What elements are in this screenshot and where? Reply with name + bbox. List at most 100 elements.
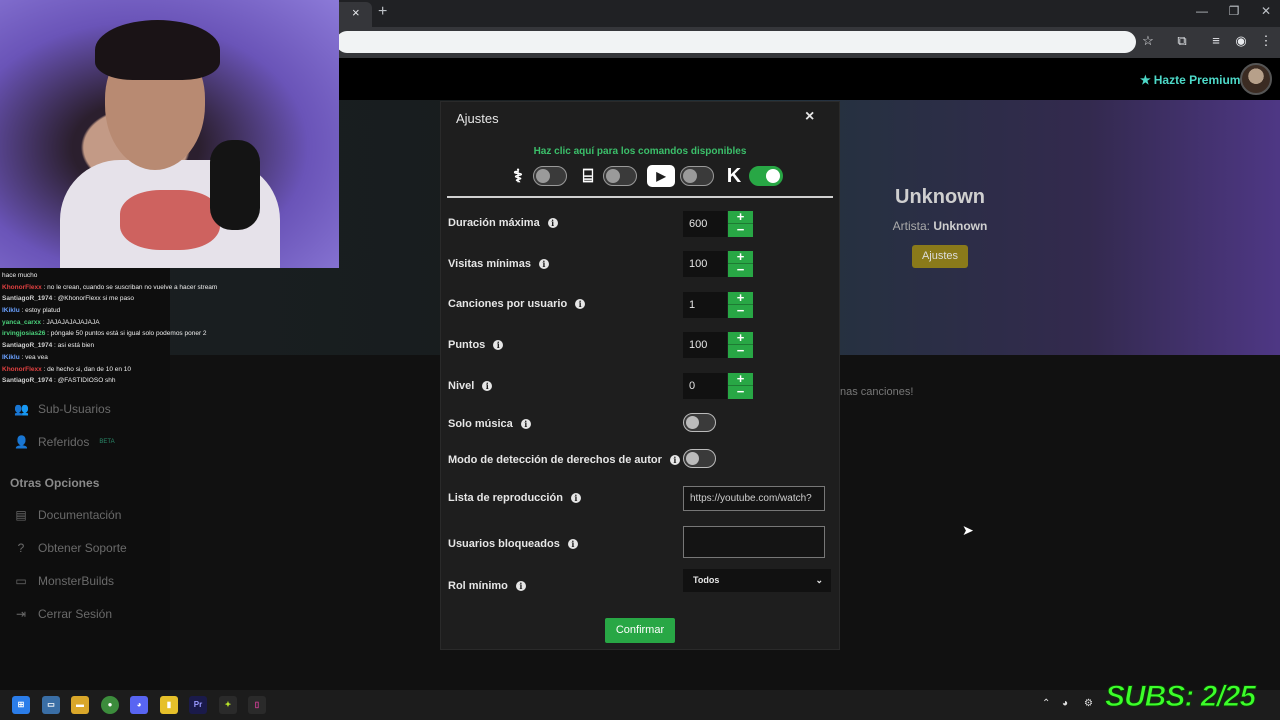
- quantity-stepper[interactable]: + −: [728, 250, 753, 277]
- platform-toggle-1[interactable]: [533, 166, 567, 186]
- minus-icon[interactable]: −: [728, 304, 753, 318]
- blocked-users-input[interactable]: [683, 526, 825, 558]
- chat-text: : asi está bien: [54, 342, 95, 350]
- premiere-icon[interactable]: Pr: [189, 696, 207, 714]
- minimize-button[interactable]: —: [1192, 4, 1212, 18]
- mouse-cursor-icon: ➤: [962, 522, 974, 538]
- twitch-icon: ⌸: [582, 165, 594, 186]
- profile-icon[interactable]: ◉: [1231, 33, 1251, 49]
- platform-toggle-youtube[interactable]: [680, 166, 714, 186]
- playlist-input[interactable]: https://youtube.com/watch?: [683, 486, 825, 511]
- confirm-button[interactable]: Confirmar: [605, 618, 675, 643]
- app-icon[interactable]: ✦: [219, 696, 237, 714]
- sidebar-item-cerrar-sesion[interactable]: ⇥ Cerrar Sesión: [14, 607, 112, 621]
- sidebar-item-documentacion[interactable]: ▤ Documentación: [14, 508, 121, 522]
- info-icon[interactable]: i: [669, 455, 680, 465]
- role-select[interactable]: Todos ⌄: [683, 569, 831, 592]
- close-icon[interactable]: ×: [805, 108, 814, 126]
- tab-close-icon[interactable]: ×: [352, 5, 360, 20]
- info-icon[interactable]: i: [515, 581, 526, 591]
- info-icon[interactable]: i: [570, 493, 581, 503]
- discord-icon[interactable]: ◕: [130, 696, 148, 714]
- chat-text: : de hecho si, dan de 10 en 10: [43, 365, 132, 373]
- quantity-stepper[interactable]: + −: [728, 291, 753, 318]
- canciones-input[interactable]: 1: [683, 292, 727, 318]
- chat-user: IKiklu: [2, 353, 20, 361]
- sidebar-item-monsterbuilds[interactable]: ▭ MonsterBuilds: [14, 574, 114, 588]
- avatar[interactable]: [1240, 63, 1272, 95]
- folder-icon[interactable]: ▬: [71, 696, 89, 714]
- info-icon[interactable]: i: [575, 299, 586, 309]
- sidebar-item-label: Sub-Usuarios: [38, 402, 111, 416]
- chat-user: KhonorFlexx: [2, 365, 42, 373]
- discord-tray-icon[interactable]: ◕: [1062, 698, 1068, 709]
- chat-text: : no le crean, cuando se suscriban no vu…: [43, 283, 218, 291]
- minus-icon[interactable]: −: [728, 344, 753, 358]
- premium-link[interactable]: ★ Hazte Premium: [1140, 73, 1240, 87]
- notes-icon[interactable]: ▮: [160, 696, 178, 714]
- sidebar-item-referidos[interactable]: 👤 Referidos BETA: [14, 435, 115, 449]
- restore-button[interactable]: ❐: [1224, 4, 1244, 18]
- users-icon: 👥: [14, 402, 29, 416]
- media-icon[interactable]: ≡: [1206, 33, 1226, 48]
- platform-toggle-twitch[interactable]: [603, 166, 637, 186]
- desktop-icon[interactable]: ▭: [42, 696, 60, 714]
- chat-user: KhonorFlexx: [2, 283, 42, 291]
- nivel-input[interactable]: 0: [683, 373, 727, 399]
- field-label: Canciones por usuario i: [448, 298, 586, 310]
- chevron-up-icon[interactable]: ⌃: [1042, 698, 1050, 709]
- chat-user: irvingjosias26: [2, 330, 46, 338]
- song-artist: Artista: Unknown: [870, 219, 1010, 233]
- label-text: Lista de reproducción: [448, 492, 563, 504]
- chat-line: irvingjosias26 : póngale 50 puntos está …: [0, 328, 240, 340]
- chrome-icon[interactable]: ●: [101, 696, 119, 714]
- app-icon-2[interactable]: ▯: [248, 696, 266, 714]
- subs-counter: SUBS: 2/25: [1104, 680, 1256, 714]
- info-icon[interactable]: i: [547, 218, 558, 228]
- microphone-icon: [210, 140, 260, 230]
- quantity-stepper[interactable]: + −: [728, 331, 753, 358]
- monitor-icon: ▭: [15, 574, 27, 588]
- label-text: Puntos: [448, 339, 486, 351]
- new-tab-button[interactable]: +: [378, 3, 387, 21]
- solo-musica-toggle[interactable]: [683, 413, 716, 432]
- steam-icon[interactable]: ⚙: [1084, 698, 1093, 709]
- info-icon[interactable]: i: [538, 259, 549, 269]
- sidebar-item-sub-usuarios[interactable]: 👥 Sub-Usuarios: [14, 402, 111, 416]
- close-window-button[interactable]: ✕: [1256, 4, 1276, 18]
- minus-icon[interactable]: −: [728, 223, 753, 237]
- label-text: Nivel: [448, 380, 475, 392]
- info-icon[interactable]: i: [520, 419, 531, 429]
- quantity-stepper[interactable]: + −: [728, 210, 753, 237]
- info-icon[interactable]: i: [493, 340, 504, 350]
- extensions-icon[interactable]: ⧉: [1172, 33, 1192, 49]
- quantity-stepper[interactable]: + −: [728, 372, 753, 399]
- premium-label: Hazte Premium: [1153, 73, 1241, 87]
- field-label: Lista de reproducción i: [448, 492, 581, 504]
- label-text: Duración máxima: [448, 217, 540, 229]
- address-bar[interactable]: [336, 31, 1136, 53]
- minus-icon[interactable]: −: [728, 263, 753, 277]
- chat-user: IKiklu: [2, 307, 20, 315]
- windows-start-icon[interactable]: ⊞: [12, 696, 30, 714]
- chat-line: KhonorFlexx : no le crean, cuando se sus…: [0, 282, 240, 294]
- duracion-input[interactable]: 600: [683, 211, 727, 237]
- chat-line: SantiagoR_1974 : @FASTIDIOSO shh: [0, 375, 240, 387]
- star-icon: ★: [1140, 73, 1151, 87]
- ajustes-button[interactable]: Ajustes: [912, 245, 968, 268]
- platform-toggle-kick[interactable]: [749, 166, 783, 186]
- visitas-input[interactable]: 100: [683, 251, 727, 277]
- copyright-toggle[interactable]: [683, 449, 716, 468]
- menu-icon[interactable]: ⋮: [1256, 33, 1276, 49]
- sidebar-item-soporte[interactable]: ? Obtener Soporte: [14, 541, 127, 555]
- sidebar-item-label: Cerrar Sesión: [38, 607, 113, 621]
- chat-text: : vea vea: [21, 353, 48, 361]
- puntos-input[interactable]: 100: [683, 332, 727, 358]
- info-icon[interactable]: i: [567, 539, 578, 549]
- star-icon[interactable]: ☆: [1138, 33, 1158, 49]
- info-icon[interactable]: i: [482, 381, 493, 391]
- minus-icon[interactable]: −: [728, 385, 753, 399]
- chat-text: : @FASTIDIOSO shh: [54, 377, 116, 385]
- beta-badge: BETA: [99, 439, 115, 445]
- commands-link[interactable]: Haz clic aquí para los comandos disponib…: [440, 146, 840, 157]
